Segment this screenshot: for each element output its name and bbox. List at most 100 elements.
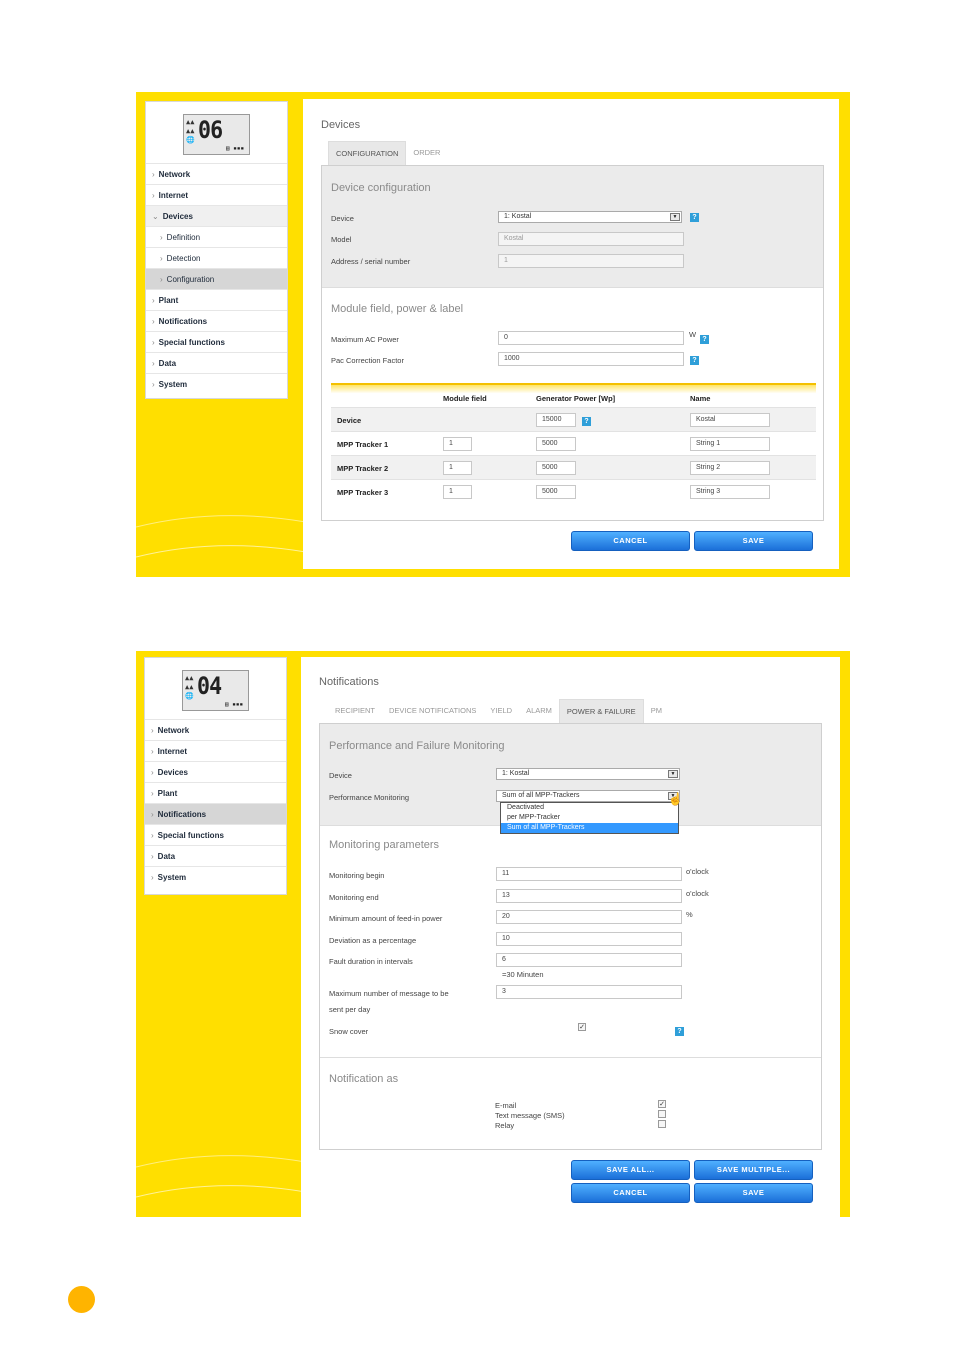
sidebar-item-label: Internet: [158, 191, 189, 200]
help-icon[interactable]: ?: [582, 417, 591, 426]
performance-monitoring-select[interactable]: Sum of all MPP-Trackers ▼: [496, 790, 680, 802]
chevron-down-icon[interactable]: ▼: [668, 770, 678, 778]
module-field-table: Module field Generator Power [Wp] Name D…: [331, 383, 816, 503]
tab-pm[interactable]: PM: [644, 699, 669, 723]
save-button[interactable]: SAVE: [694, 531, 813, 551]
save-multiple-button[interactable]: SAVE MULTIPLE...: [694, 1160, 813, 1180]
tab-power-failure[interactable]: POWER & FAILURE: [558, 699, 644, 723]
main-content: Notifications RECIPIENT DEVICE NOTIFICAT…: [301, 657, 840, 1217]
module-field-input[interactable]: 1: [443, 485, 472, 499]
chevron-right-icon: ›: [151, 831, 154, 840]
battery-icon: ▤ ▪▪▪: [225, 701, 244, 708]
device-select[interactable]: 1: Kostal ▼: [498, 211, 682, 223]
monitoring-end-input[interactable]: 13: [496, 889, 682, 903]
name-input[interactable]: String 2: [690, 461, 770, 475]
sidebar-item-detection[interactable]: › Detection: [146, 247, 287, 268]
sidebar-item-internet[interactable]: › Internet: [145, 740, 286, 761]
sidebar-item-label: Plant: [158, 296, 179, 305]
max-ac-power-input[interactable]: 0: [498, 331, 684, 345]
sidebar-item-network[interactable]: › Network: [146, 163, 287, 184]
sidebar-item-label: Detection: [166, 254, 201, 263]
column-header: Generator Power [Wp]: [536, 394, 616, 403]
device-select[interactable]: 1: Kostal ▼: [496, 768, 680, 780]
sidebar-item-special-functions[interactable]: › Special functions: [145, 824, 286, 845]
tab-configuration[interactable]: CONFIGURATION: [328, 141, 407, 165]
help-icon[interactable]: ?: [690, 356, 699, 365]
inverter-display-icon: ▲▲ ▲▲ 🌐 06 ▤ ▪▪▪: [183, 114, 250, 155]
sidebar-item-notifications[interactable]: › Notifications: [146, 310, 287, 331]
generator-power-input[interactable]: 5000: [536, 485, 576, 499]
name-input[interactable]: Kostal: [690, 413, 770, 427]
page-title: Devices: [321, 119, 361, 131]
help-icon[interactable]: ?: [700, 335, 709, 344]
screenshot-notifications: ▲▲ ▲▲ 🌐 04 ▤ ▪▪▪ › Network › Internet › Dev…: [136, 651, 850, 1217]
help-icon[interactable]: ?: [690, 213, 699, 222]
sidebar-item-system[interactable]: › System: [145, 866, 286, 887]
sidebar-item-notifications[interactable]: › Notifications: [145, 803, 286, 824]
tab-yield[interactable]: YIELD: [483, 699, 519, 723]
help-icon[interactable]: ?: [675, 1027, 684, 1036]
sidebar-item-plant[interactable]: › Plant: [145, 782, 286, 803]
name-input[interactable]: String 1: [690, 437, 770, 451]
tab-recipient[interactable]: RECIPIENT: [328, 699, 382, 723]
section-title: Monitoring parameters: [329, 839, 440, 851]
sms-checkbox[interactable]: [658, 1110, 666, 1118]
table-row: MPP Tracker 3 1 5000 String 3: [331, 479, 816, 503]
max-messages-input[interactable]: 3: [496, 985, 682, 999]
fault-duration-input[interactable]: 6: [496, 953, 682, 967]
sidebar-item-data[interactable]: › Data: [145, 845, 286, 866]
generator-power-input[interactable]: 15000: [536, 413, 576, 427]
sidebar-item-devices[interactable]: ⌄ Devices: [146, 205, 287, 226]
min-feed-in-input[interactable]: 20: [496, 910, 682, 924]
module-field-input[interactable]: 1: [443, 437, 472, 451]
row-label: MPP Tracker 3: [337, 488, 389, 497]
sidebar-item-label: Configuration: [166, 275, 215, 284]
sidebar-item-label: Notifications: [158, 317, 208, 326]
relay-checkbox[interactable]: [658, 1120, 666, 1128]
chevron-down-icon[interactable]: ▼: [670, 213, 680, 221]
chevron-right-icon: ›: [151, 810, 154, 819]
monitoring-panel: Performance and Failure Monitoring Devic…: [319, 723, 822, 1150]
background-wave-decoration: [136, 515, 306, 558]
sidebar-item-system[interactable]: › System: [146, 373, 287, 394]
save-all-button[interactable]: SAVE ALL...: [571, 1160, 690, 1180]
pac-correction-input[interactable]: 1000: [498, 352, 684, 366]
sidebar-item-label: System: [158, 380, 188, 389]
tab-alarm[interactable]: ALARM: [519, 699, 559, 723]
config-panel: Device configuration Device 1: Kostal ▼ ?…: [321, 165, 824, 521]
fault-duration-label: Fault duration in intervals: [329, 957, 413, 966]
chevron-right-icon: ›: [152, 317, 155, 326]
module-field-input[interactable]: 1: [443, 461, 472, 475]
device-label: Device: [329, 771, 352, 780]
tab-order[interactable]: ORDER: [406, 141, 447, 165]
sidebar-item-devices[interactable]: › Devices: [145, 761, 286, 782]
name-input[interactable]: String 3: [690, 485, 770, 499]
tab-device-notifications[interactable]: DEVICE NOTIFICATIONS: [382, 699, 483, 723]
dropdown-option[interactable]: per MPP-Tracker: [501, 813, 678, 823]
dropdown-option[interactable]: Deactivated: [501, 803, 678, 813]
generator-power-input[interactable]: 5000: [536, 437, 576, 451]
sidebar-item-special-functions[interactable]: › Special functions: [146, 331, 287, 352]
snow-cover-checkbox[interactable]: ✓: [578, 1023, 586, 1031]
generator-power-input[interactable]: 5000: [536, 461, 576, 475]
chevron-right-icon: ›: [152, 170, 155, 179]
cancel-button[interactable]: CANCEL: [571, 1183, 690, 1203]
email-checkbox[interactable]: ✓: [658, 1100, 666, 1108]
sidebar-item-definition[interactable]: › Definition: [146, 226, 287, 247]
sidebar-item-internet[interactable]: › Internet: [146, 184, 287, 205]
dropdown-option-selected[interactable]: Sum of all MPP-Trackers: [501, 823, 678, 833]
save-button[interactable]: SAVE: [694, 1183, 813, 1203]
device-label: Device: [331, 214, 354, 223]
sidebar-item-network[interactable]: › Network: [145, 719, 286, 740]
main-content: Devices CONFIGURATION ORDER Device confi…: [303, 99, 839, 569]
column-header: Module field: [443, 394, 487, 403]
cancel-button[interactable]: CANCEL: [571, 531, 690, 551]
deviation-input[interactable]: 10: [496, 932, 682, 946]
sidebar-nav: › Network › Internet › Devices › Plant › Noti…: [145, 719, 286, 887]
monitoring-begin-input[interactable]: 11: [496, 867, 682, 881]
sidebar-item-plant[interactable]: › Plant: [146, 289, 287, 310]
sidebar-item-data[interactable]: › Data: [146, 352, 287, 373]
section-title: Device configuration: [331, 182, 431, 194]
sidebar-item-configuration[interactable]: › Configuration: [146, 268, 287, 289]
select-value: 1: Kostal: [502, 770, 530, 777]
